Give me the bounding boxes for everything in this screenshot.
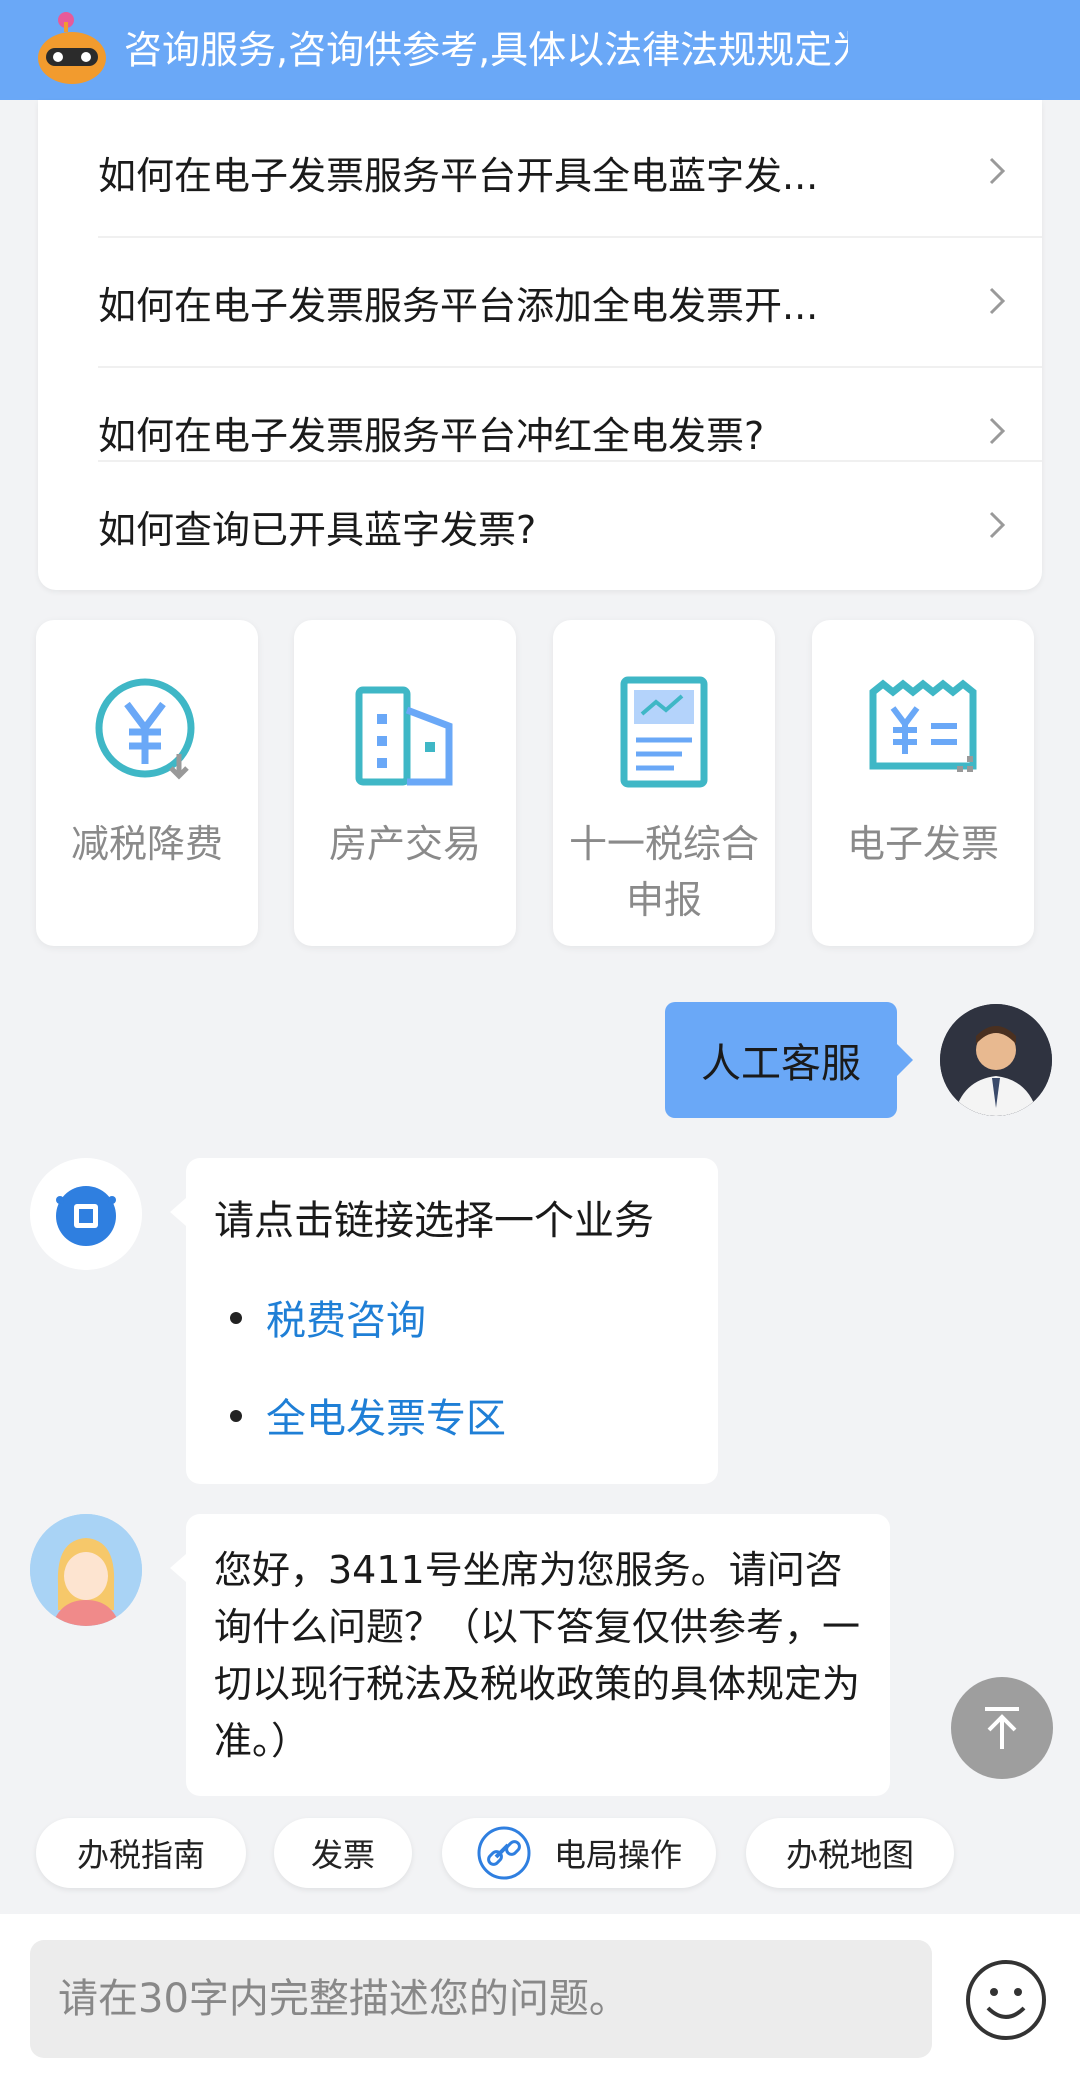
emoji-icon[interactable] bbox=[964, 1958, 1048, 2042]
chip-label: 办税指南 bbox=[76, 1836, 205, 1874]
service-tile-tax-reduction[interactable]: 减税降费 bbox=[36, 620, 258, 946]
service-label: 十一税综合 申报 bbox=[553, 816, 775, 928]
service-tile-composite-declaration[interactable]: 十一税综合 申报 bbox=[553, 620, 775, 946]
banner-text: 咨询服务,咨询供参考,具体以法律法规规定为 bbox=[124, 28, 848, 72]
link-icon bbox=[477, 1826, 531, 1880]
link-e-invoice-zone[interactable]: 全电发票专区 bbox=[266, 1386, 506, 1444]
agent-girl-icon bbox=[30, 1514, 142, 1626]
faq-item[interactable]: 如何查询已开具蓝字发票? bbox=[98, 462, 1042, 590]
faq-item[interactable]: 如何在电子发票服务平台开具全电蓝字发... bbox=[98, 108, 1042, 236]
agent-avatar bbox=[30, 1514, 142, 1626]
faq-question: 如何在电子发票服务平台冲红全电发票? bbox=[98, 413, 765, 458]
bot-message-bubble: 请点击链接选择一个业务 税费咨询 全电发票专区 bbox=[170, 1158, 718, 1484]
person-avatar-icon bbox=[940, 1004, 1052, 1116]
chevron-right-icon bbox=[989, 417, 1006, 445]
robot-mascot-icon bbox=[38, 12, 106, 84]
chip-tax-map[interactable]: 办税地图 bbox=[746, 1818, 954, 1888]
bot-avatar bbox=[30, 1158, 142, 1270]
service-label: 房产交易 bbox=[328, 822, 481, 866]
robot-avatar-icon bbox=[30, 1158, 142, 1270]
service-tile-e-invoice[interactable]: 电子发票 bbox=[812, 620, 1034, 946]
chip-invoice[interactable]: 发票 bbox=[274, 1818, 412, 1888]
agent-message-text: 您好，3411号坐席为您服务。请问咨询什么问题？（以下答复仅供参考，一切以现行税… bbox=[214, 1548, 861, 1763]
chip-label: 电局操作 bbox=[553, 1836, 682, 1874]
arrow-up-icon bbox=[985, 1707, 1019, 1749]
input-bar bbox=[0, 1914, 1080, 2096]
chevron-right-icon bbox=[989, 511, 1006, 539]
service-label-line1: 十一税综合 bbox=[568, 822, 759, 866]
chevron-right-icon bbox=[989, 287, 1006, 315]
service-label-line2: 申报 bbox=[625, 878, 702, 922]
chip-tax-guide[interactable]: 办税指南 bbox=[36, 1818, 246, 1888]
user-avatar[interactable] bbox=[940, 1004, 1052, 1116]
link-tax-consult[interactable]: 税费咨询 bbox=[266, 1288, 426, 1346]
bullet bbox=[230, 1312, 242, 1324]
user-message-text: 人工客服 bbox=[701, 1041, 861, 1087]
building-icon bbox=[355, 686, 453, 786]
chip-label: 发票 bbox=[310, 1836, 375, 1874]
agent-message-bubble: 您好，3411号坐席为您服务。请问咨询什么问题？（以下答复仅供参考，一切以现行税… bbox=[170, 1514, 890, 1796]
faq-item[interactable]: 如何在电子发票服务平台添加全电发票开... bbox=[98, 238, 1042, 366]
e-invoice-icon bbox=[869, 679, 977, 772]
faq-question: 如何在电子发票服务平台开具全电蓝字发... bbox=[98, 153, 819, 198]
user-message-bubble: 人工客服 bbox=[665, 1002, 913, 1118]
bullet bbox=[230, 1410, 242, 1422]
yuan-coin-icon bbox=[95, 678, 195, 780]
back-to-top-button[interactable] bbox=[951, 1677, 1053, 1779]
faq-question: 如何查询已开具蓝字发票? bbox=[98, 507, 537, 552]
service-label: 减税降费 bbox=[70, 822, 223, 866]
question-input[interactable] bbox=[30, 1940, 932, 2058]
notice-banner: 咨询服务,咨询供参考,具体以法律法规规定为 bbox=[0, 0, 1080, 100]
bot-message-title: 请点击链接选择一个业务 bbox=[214, 1198, 654, 1244]
report-chart-icon bbox=[620, 676, 708, 788]
chip-e-bureau-operation[interactable]: 电局操作 bbox=[442, 1818, 716, 1888]
chevron-right-icon bbox=[989, 157, 1006, 185]
faq-card: 如何在电子发票服务平台开具全电蓝字发... 如何在电子发票服务平台添加全电发票开… bbox=[38, 100, 1042, 590]
faq-question: 如何在电子发票服务平台添加全电发票开... bbox=[98, 283, 819, 328]
service-tile-property[interactable]: 房产交易 bbox=[294, 620, 516, 946]
chip-label: 办税地图 bbox=[785, 1836, 914, 1874]
service-label: 电子发票 bbox=[846, 822, 999, 866]
